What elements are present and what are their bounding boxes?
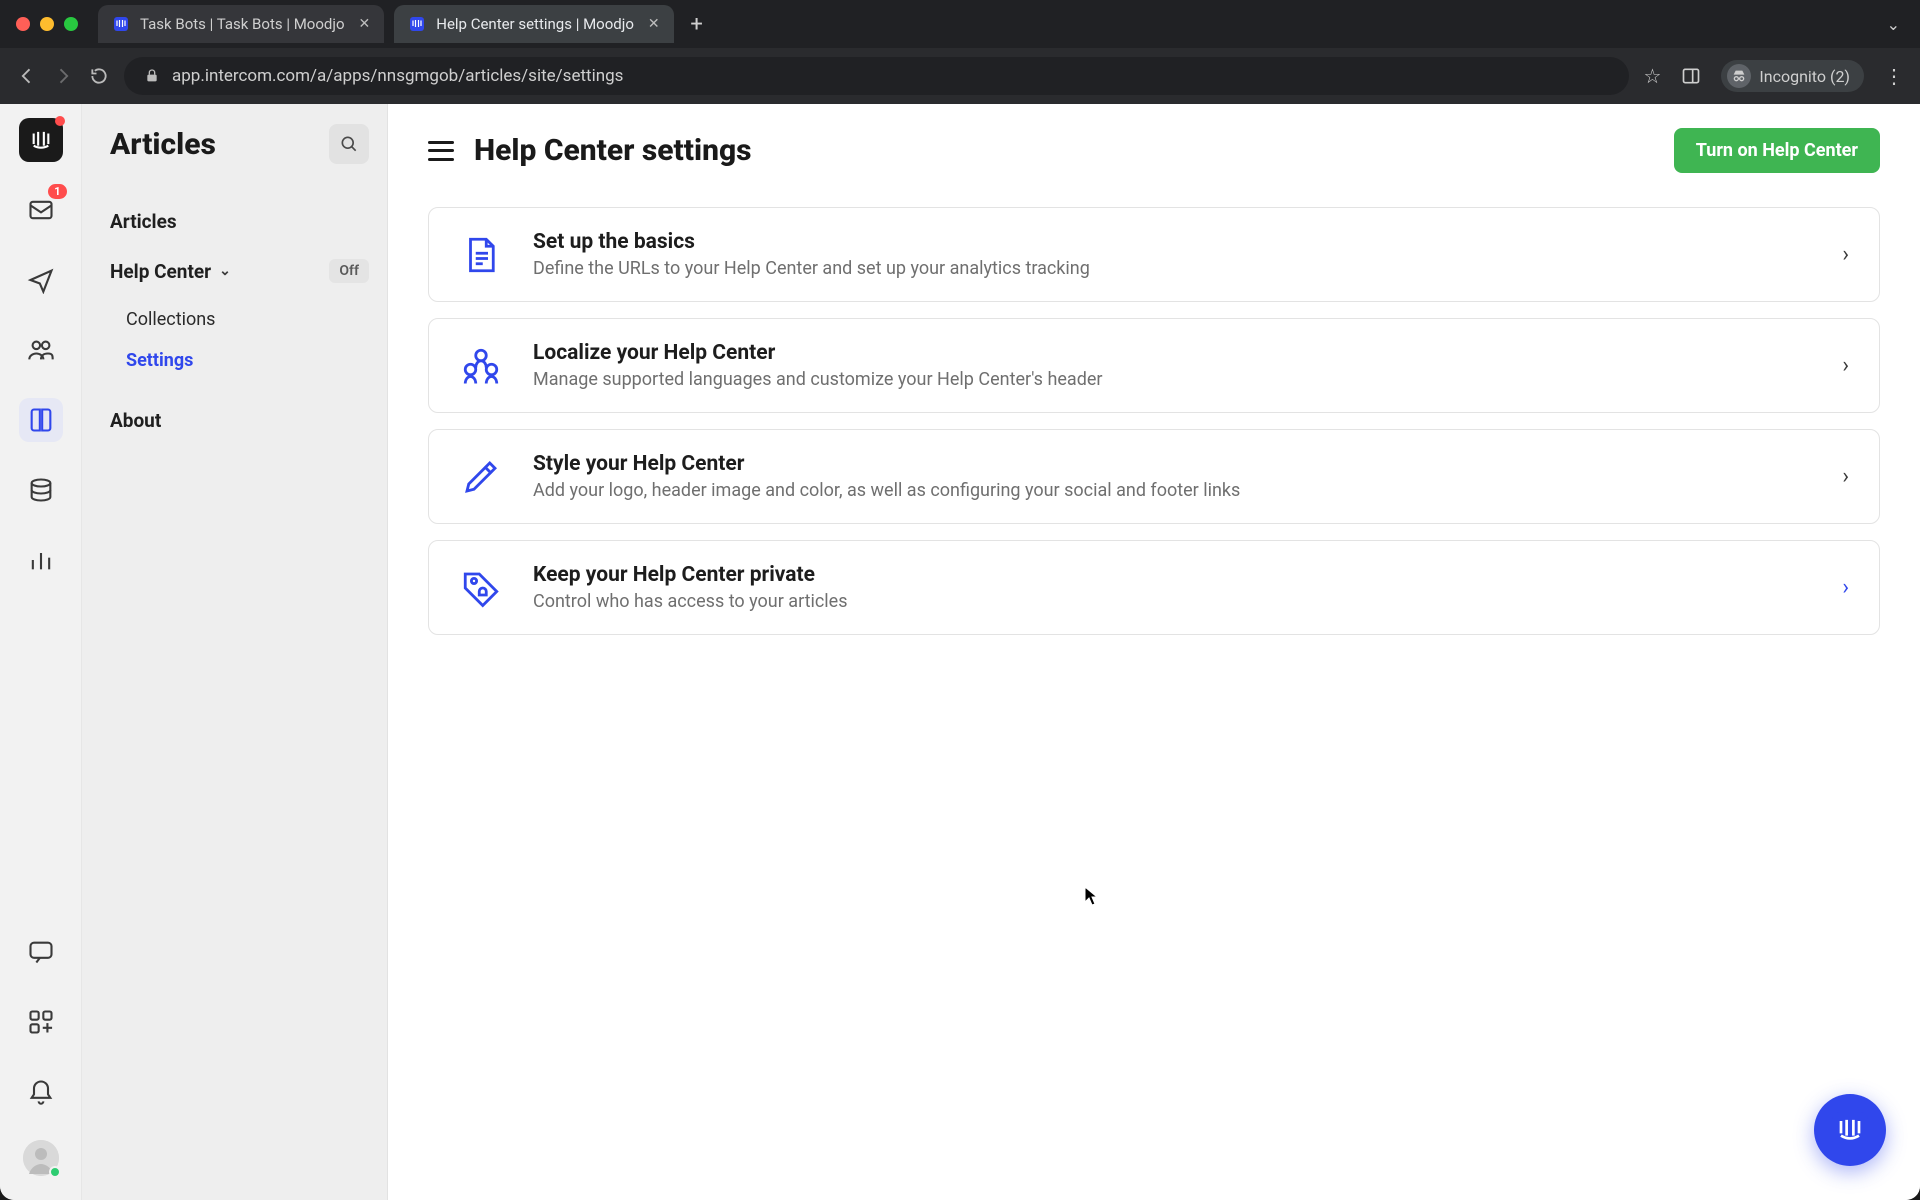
rail-articles[interactable]	[19, 398, 63, 442]
chevron-right-icon: ›	[1842, 353, 1849, 378]
new-tab-button[interactable]: +	[684, 11, 710, 37]
app-rail: 1	[0, 104, 82, 1200]
card-desc: Control who has access to your articles	[533, 591, 1812, 612]
incognito-badge[interactable]: Incognito (2)	[1721, 60, 1864, 92]
mouse-cursor-icon	[1084, 886, 1098, 906]
helpcenter-status-badge: Off	[329, 259, 369, 283]
card-title: Keep your Help Center private	[533, 563, 1812, 587]
chevron-down-icon: ⌄	[219, 263, 231, 279]
browser-tabbar: Task Bots | Task Bots | Moodjo ✕ Help Ce…	[0, 0, 1920, 48]
card-title: Set up the basics	[533, 230, 1812, 254]
sidebar-helpcenter-label: Help Center	[110, 260, 211, 283]
intercom-icon	[112, 15, 130, 33]
pencil-icon	[459, 455, 503, 499]
sidebar: Articles Articles Help Center ⌄ Off Coll…	[82, 104, 388, 1200]
sidebar-nav-about[interactable]: About	[110, 399, 369, 442]
sidebar-sub-collections[interactable]: Collections	[126, 299, 369, 340]
rail-outbound[interactable]	[19, 258, 63, 302]
rail-inbox[interactable]: 1	[19, 188, 63, 232]
card-title: Style your Help Center	[533, 452, 1812, 476]
card-desc: Add your logo, header image and color, a…	[533, 480, 1812, 501]
sidebar-sub-settings[interactable]: Settings	[126, 340, 369, 381]
settings-card-basics[interactable]: Set up the basics Define the URLs to you…	[428, 207, 1880, 302]
sidebar-title: Articles	[110, 127, 216, 162]
sidebar-nav-articles[interactable]: Articles	[110, 200, 369, 243]
reload-button[interactable]	[88, 65, 110, 87]
tag-icon	[459, 566, 503, 610]
settings-card-private[interactable]: Keep your Help Center private Control wh…	[428, 540, 1880, 635]
close-tab-icon[interactable]: ✕	[648, 16, 660, 32]
people-icon	[459, 344, 503, 388]
side-panel-icon[interactable]	[1681, 66, 1701, 86]
rail-reports[interactable]	[19, 538, 63, 582]
presence-online-icon	[49, 1166, 61, 1178]
forward-button[interactable]	[52, 65, 74, 87]
incognito-icon	[1727, 64, 1751, 88]
browser-tab[interactable]: Task Bots | Task Bots | Moodjo ✕	[98, 5, 384, 43]
tab-title: Help Center settings | Moodjo	[436, 15, 634, 33]
toggle-sidebar-button[interactable]	[428, 141, 454, 161]
chevron-right-icon: ›	[1842, 464, 1849, 489]
intercom-launcher[interactable]	[1814, 1094, 1886, 1166]
inbox-badge: 1	[48, 184, 66, 199]
intercom-icon	[408, 15, 426, 33]
rail-apps[interactable]	[19, 1000, 63, 1044]
chevron-right-icon: ›	[1842, 242, 1849, 267]
card-title: Localize your Help Center	[533, 341, 1812, 365]
tab-title: Task Bots | Task Bots | Moodjo	[140, 15, 345, 33]
lock-icon	[144, 68, 160, 84]
back-button[interactable]	[16, 65, 38, 87]
bookmark-icon[interactable]: ☆	[1643, 64, 1661, 88]
card-desc: Define the URLs to your Help Center and …	[533, 258, 1812, 279]
browser-tab[interactable]: Help Center settings | Moodjo ✕	[394, 5, 673, 43]
settings-card-localize[interactable]: Localize your Help Center Manage support…	[428, 318, 1880, 413]
turn-on-help-center-button[interactable]: Turn on Help Center	[1674, 128, 1880, 173]
tabs-dropdown-icon[interactable]: ⌄	[1887, 15, 1900, 34]
window-controls	[16, 17, 78, 31]
url-text: app.intercom.com/a/apps/nnsgmgob/article…	[172, 66, 623, 86]
browser-toolbar: app.intercom.com/a/apps/nnsgmgob/article…	[0, 48, 1920, 104]
card-desc: Manage supported languages and customize…	[533, 369, 1812, 390]
incognito-label: Incognito (2)	[1759, 67, 1850, 86]
rail-notifications[interactable]	[19, 1070, 63, 1114]
address-bar[interactable]: app.intercom.com/a/apps/nnsgmgob/article…	[124, 57, 1629, 95]
browser-menu-icon[interactable]: ⋮	[1884, 64, 1904, 88]
main-panel: Help Center settings Turn on Help Center…	[388, 104, 1920, 1200]
app-logo[interactable]	[19, 118, 63, 162]
rail-contacts[interactable]	[19, 328, 63, 372]
rail-messenger[interactable]	[19, 930, 63, 974]
settings-card-style[interactable]: Style your Help Center Add your logo, he…	[428, 429, 1880, 524]
minimize-window-button[interactable]	[40, 17, 54, 31]
search-button[interactable]	[329, 124, 369, 164]
close-window-button[interactable]	[16, 17, 30, 31]
avatar[interactable]	[23, 1140, 59, 1176]
page-title: Help Center settings	[474, 133, 752, 168]
notification-dot-icon	[55, 116, 65, 126]
chevron-right-icon: ›	[1842, 575, 1849, 600]
document-icon	[459, 233, 503, 277]
close-tab-icon[interactable]: ✕	[359, 16, 371, 32]
maximize-window-button[interactable]	[64, 17, 78, 31]
rail-data[interactable]	[19, 468, 63, 512]
sidebar-nav-helpcenter[interactable]: Help Center ⌄ Off	[110, 253, 369, 289]
